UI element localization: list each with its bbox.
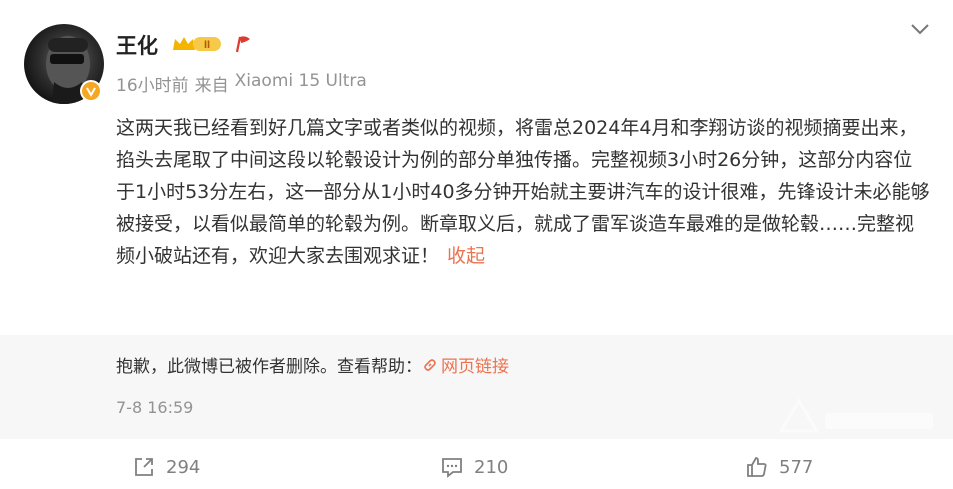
like-button[interactable]: 577 (745, 455, 813, 479)
level-badge-text: II (204, 39, 210, 51)
user-name[interactable]: 王化 (116, 30, 158, 60)
weibo-post-card: 王化 II 16小时前 来自 Xiaomi 15 Ultra 这两天我已经看到好… (0, 0, 953, 489)
post-source: Xiaomi 15 Ultra (234, 71, 367, 91)
comment-button[interactable]: 210 (440, 455, 508, 479)
chevron-down-icon[interactable] (909, 20, 931, 38)
collapse-button[interactable]: 收起 (447, 245, 485, 267)
post-meta: 16小时前 来自 Xiaomi 15 Ultra (116, 71, 367, 96)
post-time[interactable]: 16小时前 (116, 71, 189, 96)
repost-button[interactable]: 294 (132, 455, 200, 479)
source-prefix: 来自 (194, 76, 229, 96)
deleted-message: 抱歉，此微博已被作者删除。查看帮助： (116, 357, 422, 377)
crown-level-badge-icon[interactable]: II (171, 34, 223, 58)
comment-icon (442, 458, 462, 478)
repost-icon (135, 458, 153, 476)
post-text: 这两天我已经看到好几篇文字或者类似的视频，将雷总2024年4月和李翔访谈的视频摘… (116, 117, 930, 267)
link-icon (424, 358, 436, 371)
deleted-repost-time[interactable]: 7-8 16:59 (116, 398, 193, 417)
like-count: 577 (779, 456, 814, 478)
avatar[interactable] (24, 24, 104, 104)
deleted-message-row: 抱歉，此微博已被作者删除。查看帮助： 网页链接 (116, 352, 509, 377)
web-link[interactable]: 网页链接 (422, 352, 509, 377)
action-bar: 294 210 577 (0, 445, 953, 489)
repost-count: 294 (166, 456, 201, 478)
red-flag-icon[interactable] (233, 34, 253, 58)
orange-verified-icon (80, 80, 102, 102)
watermark-logo (778, 398, 933, 433)
user-badges: II (171, 34, 253, 58)
thumbs-up-icon (747, 457, 767, 477)
comment-count: 210 (474, 456, 509, 478)
post-content: 这两天我已经看到好几篇文字或者类似的视频，将雷总2024年4月和李翔访谈的视频摘… (116, 112, 931, 272)
deleted-repost-box: 抱歉，此微博已被作者删除。查看帮助： 网页链接 7-8 16:59 (0, 335, 953, 439)
web-link-label: 网页链接 (441, 357, 509, 377)
